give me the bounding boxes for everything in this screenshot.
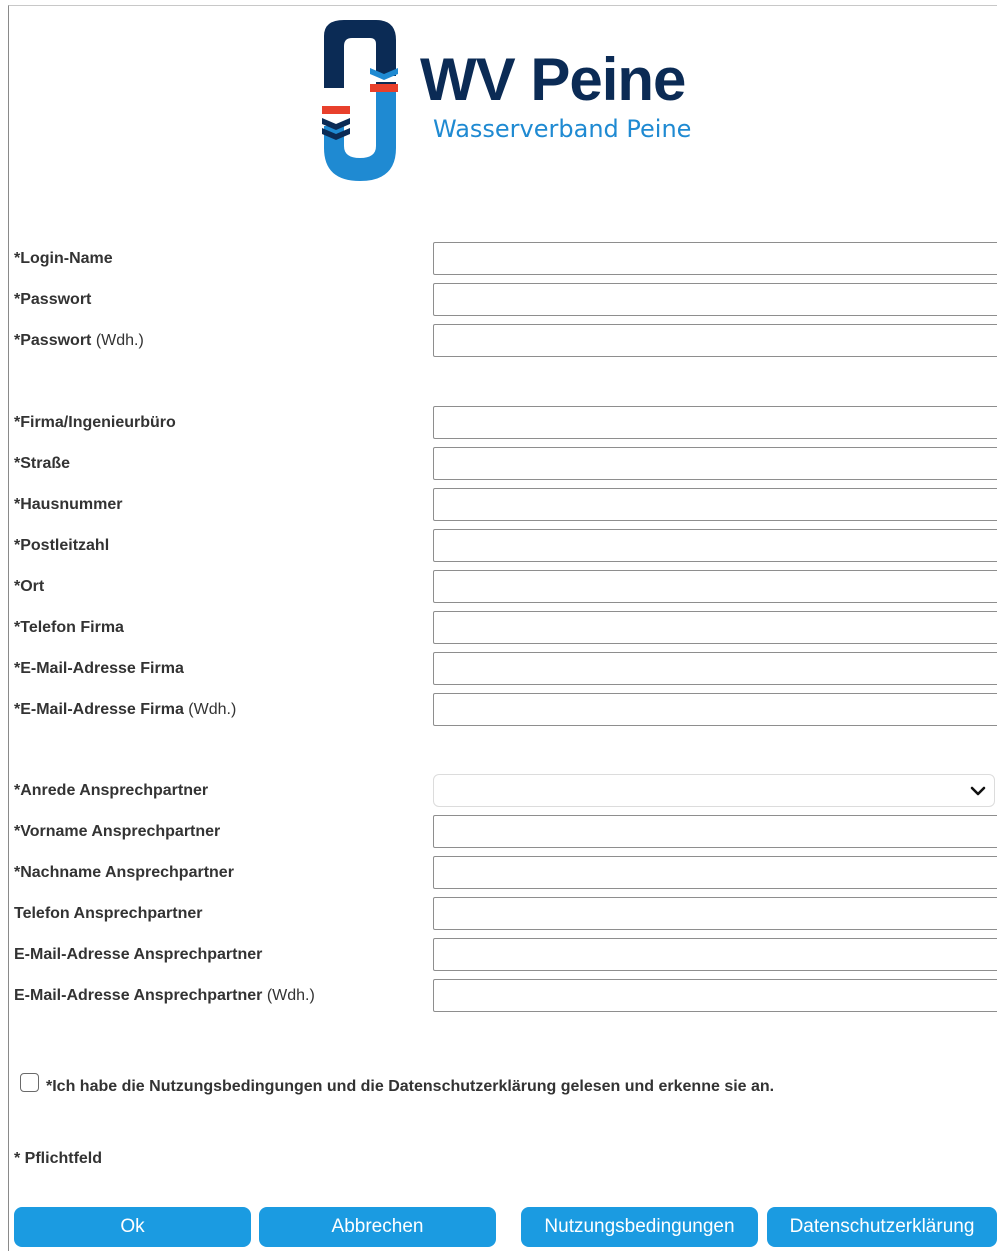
contact-email-label: E-Mail-Adresse Ansprechpartner — [14, 946, 263, 963]
city-row: *Ort — [14, 570, 997, 604]
house-number-label: *Hausnummer — [14, 496, 123, 513]
contact-phone-row: Telefon Ansprechpartner — [14, 897, 997, 931]
chevron-down-icon — [970, 786, 986, 796]
contact-phone-input[interactable] — [433, 897, 997, 930]
street-label: *Straße — [14, 455, 71, 472]
logo-title: WV Peine — [420, 46, 686, 113]
login-name-input[interactable] — [433, 242, 997, 275]
postal-code-label: *Postleitzahl — [14, 537, 110, 554]
password-row: *Passwort — [14, 283, 997, 317]
privacy-button[interactable]: Datenschutzerklärung — [767, 1207, 997, 1247]
login-name-label: *Login-Name — [14, 250, 113, 267]
city-input[interactable] — [433, 570, 997, 603]
city-label: *Ort — [14, 578, 45, 595]
contact-email-repeat-label-text: E-Mail-Adresse Ansprechpartner — [14, 987, 263, 1004]
contact-email-repeat-label-suffix: (Wdh.) — [262, 987, 315, 1004]
house-number-row: *Hausnummer — [14, 488, 997, 522]
password-input[interactable] — [433, 283, 997, 316]
password-repeat-row: *Passwort (Wdh.) — [14, 324, 997, 358]
company-email-repeat-label: *E-Mail-Adresse Firma (Wdh.) — [14, 701, 236, 719]
company-email-repeat-label-suffix: (Wdh.) — [183, 701, 237, 718]
postal-code-row: *Postleitzahl — [14, 529, 997, 563]
consent-checkbox[interactable] — [20, 1073, 39, 1092]
cancel-button[interactable]: Abbrechen — [259, 1207, 496, 1247]
company-phone-input[interactable] — [433, 611, 997, 644]
ok-button[interactable]: Ok — [14, 1207, 251, 1247]
salutation-row: *Anrede Ansprechpartner — [14, 774, 997, 808]
required-field-note: * Pflichtfeld — [14, 1150, 103, 1167]
salutation-label: *Anrede Ansprechpartner — [14, 782, 209, 799]
company-row: *Firma/Ingenieurbüro — [14, 406, 997, 440]
company-email-input[interactable] — [433, 652, 997, 685]
contact-email-repeat-row: E-Mail-Adresse Ansprechpartner (Wdh.) — [14, 979, 997, 1013]
last-name-input[interactable] — [433, 856, 997, 889]
password-label: *Passwort — [14, 291, 92, 308]
consent-text: *Ich habe die Nutzungsbedingungen und di… — [46, 1078, 775, 1095]
first-name-input[interactable] — [433, 815, 997, 848]
consent-row: *Ich habe die Nutzungsbedingungen und di… — [20, 1073, 980, 1097]
postal-code-input[interactable] — [433, 529, 997, 562]
company-phone-row: *Telefon Firma — [14, 611, 997, 645]
company-label: *Firma/Ingenieurbüro — [14, 414, 176, 431]
password-repeat-label-suffix: (Wdh.) — [91, 332, 144, 349]
street-row: *Straße — [14, 447, 997, 481]
password-repeat-label-text: *Passwort — [14, 332, 92, 349]
company-email-repeat-input[interactable] — [433, 693, 997, 726]
street-input[interactable] — [433, 447, 997, 480]
contact-email-repeat-label: E-Mail-Adresse Ansprechpartner (Wdh.) — [14, 987, 315, 1005]
last-name-label: *Nachname Ansprechpartner — [14, 864, 234, 881]
salutation-select[interactable] — [433, 774, 995, 807]
last-name-row: *Nachname Ansprechpartner — [14, 856, 997, 890]
company-email-label: *E-Mail-Adresse Firma — [14, 660, 184, 677]
contact-email-row: E-Mail-Adresse Ansprechpartner — [14, 938, 997, 972]
login-name-row: *Login-Name — [14, 242, 997, 276]
first-name-label: *Vorname Ansprechpartner — [14, 823, 221, 840]
company-input[interactable] — [433, 406, 997, 439]
terms-button[interactable]: Nutzungsbedingungen — [521, 1207, 758, 1247]
company-email-row: *E-Mail-Adresse Firma — [14, 652, 997, 686]
password-repeat-label: *Passwort (Wdh.) — [14, 332, 144, 350]
contact-phone-label: Telefon Ansprechpartner — [14, 905, 203, 922]
logo-mark-icon — [322, 20, 398, 181]
company-email-repeat-label-text: *E-Mail-Adresse Firma — [14, 701, 184, 718]
password-repeat-input[interactable] — [433, 324, 997, 357]
logo: WV Peine Wasserverband Peine — [318, 18, 708, 183]
house-number-input[interactable] — [433, 488, 997, 521]
logo-subtitle: Wasserverband Peine — [433, 115, 692, 143]
first-name-row: *Vorname Ansprechpartner — [14, 815, 997, 849]
contact-email-repeat-input[interactable] — [433, 979, 997, 1012]
company-email-repeat-row: *E-Mail-Adresse Firma (Wdh.) — [14, 693, 997, 727]
contact-email-input[interactable] — [433, 938, 997, 971]
company-phone-label: *Telefon Firma — [14, 619, 124, 636]
